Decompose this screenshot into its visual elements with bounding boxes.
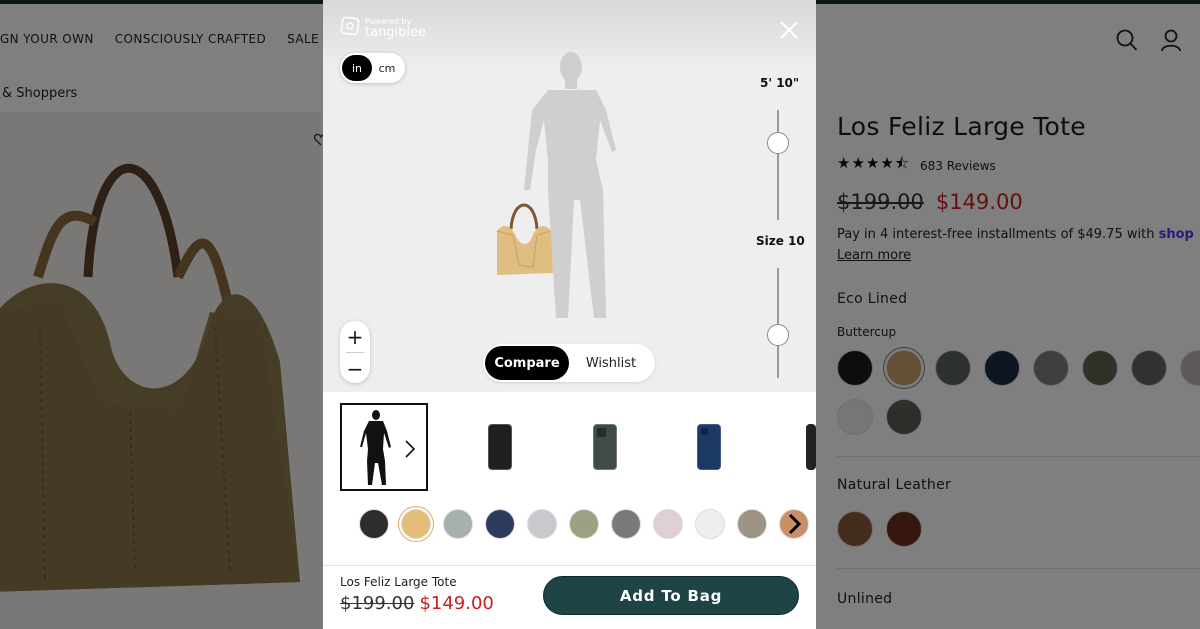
chevron-right-icon[interactable] [786, 512, 804, 540]
height-label: 5' 10" [760, 76, 800, 90]
zoom-out-button[interactable]: − [340, 353, 370, 384]
color-option[interactable] [527, 509, 557, 539]
tangiblee-logo-icon [340, 16, 360, 40]
color-option[interactable] [695, 509, 725, 539]
footer-original-price: $199.00 [340, 593, 415, 614]
size-compare-modal: Powered by tangiblee in cm 5' 10" Size 1… [323, 0, 816, 629]
thumbnail-phone-blue[interactable] [689, 403, 729, 491]
compare-stage: Powered by tangiblee in cm 5' 10" Size 1… [323, 0, 816, 392]
size-label: Size 10 [756, 234, 805, 248]
brand-name: tangiblee [365, 24, 427, 40]
modal-color-options [359, 509, 809, 539]
unit-centimeters[interactable]: cm [372, 55, 402, 81]
close-icon[interactable] [779, 20, 799, 44]
wishlist-button[interactable]: Wishlist [569, 346, 653, 380]
height-slider-track[interactable] [777, 110, 779, 220]
footer-product-name: Los Feliz Large Tote [340, 575, 457, 589]
color-option[interactable] [611, 509, 641, 539]
zoom-in-button[interactable]: + [340, 321, 370, 352]
size-slider-track[interactable] [777, 268, 779, 378]
thumbnail-person[interactable] [340, 403, 428, 491]
color-option-selected[interactable] [401, 509, 431, 539]
model-silhouette [508, 50, 648, 329]
thumbnail-phone-black[interactable] [480, 403, 520, 491]
comparison-thumbnails [323, 403, 816, 491]
footer-divider [323, 565, 816, 566]
compare-button[interactable]: Compare [485, 346, 569, 380]
color-option[interactable] [569, 509, 599, 539]
color-option[interactable] [359, 509, 389, 539]
height-slider-thumb[interactable] [767, 132, 789, 154]
unit-inches[interactable]: in [342, 55, 372, 81]
compare-wishlist-toggle: Compare Wishlist [483, 344, 655, 382]
thumbnail-partial[interactable] [806, 403, 816, 491]
color-option[interactable] [737, 509, 767, 539]
footer-sale-price: $149.00 [419, 593, 494, 614]
add-to-bag-button[interactable]: Add To Bag [543, 576, 799, 615]
thumbnail-phone-green[interactable] [585, 403, 625, 491]
color-option[interactable] [443, 509, 473, 539]
color-option[interactable] [653, 509, 683, 539]
powered-by-badge: Powered by tangiblee [340, 16, 426, 40]
size-slider-thumb[interactable] [767, 324, 789, 346]
footer-prices: $199.00 $149.00 [340, 593, 494, 614]
color-option[interactable] [485, 509, 515, 539]
bag-overlay [493, 195, 555, 281]
zoom-controls: + − [340, 321, 370, 383]
unit-toggle: in cm [340, 53, 405, 83]
